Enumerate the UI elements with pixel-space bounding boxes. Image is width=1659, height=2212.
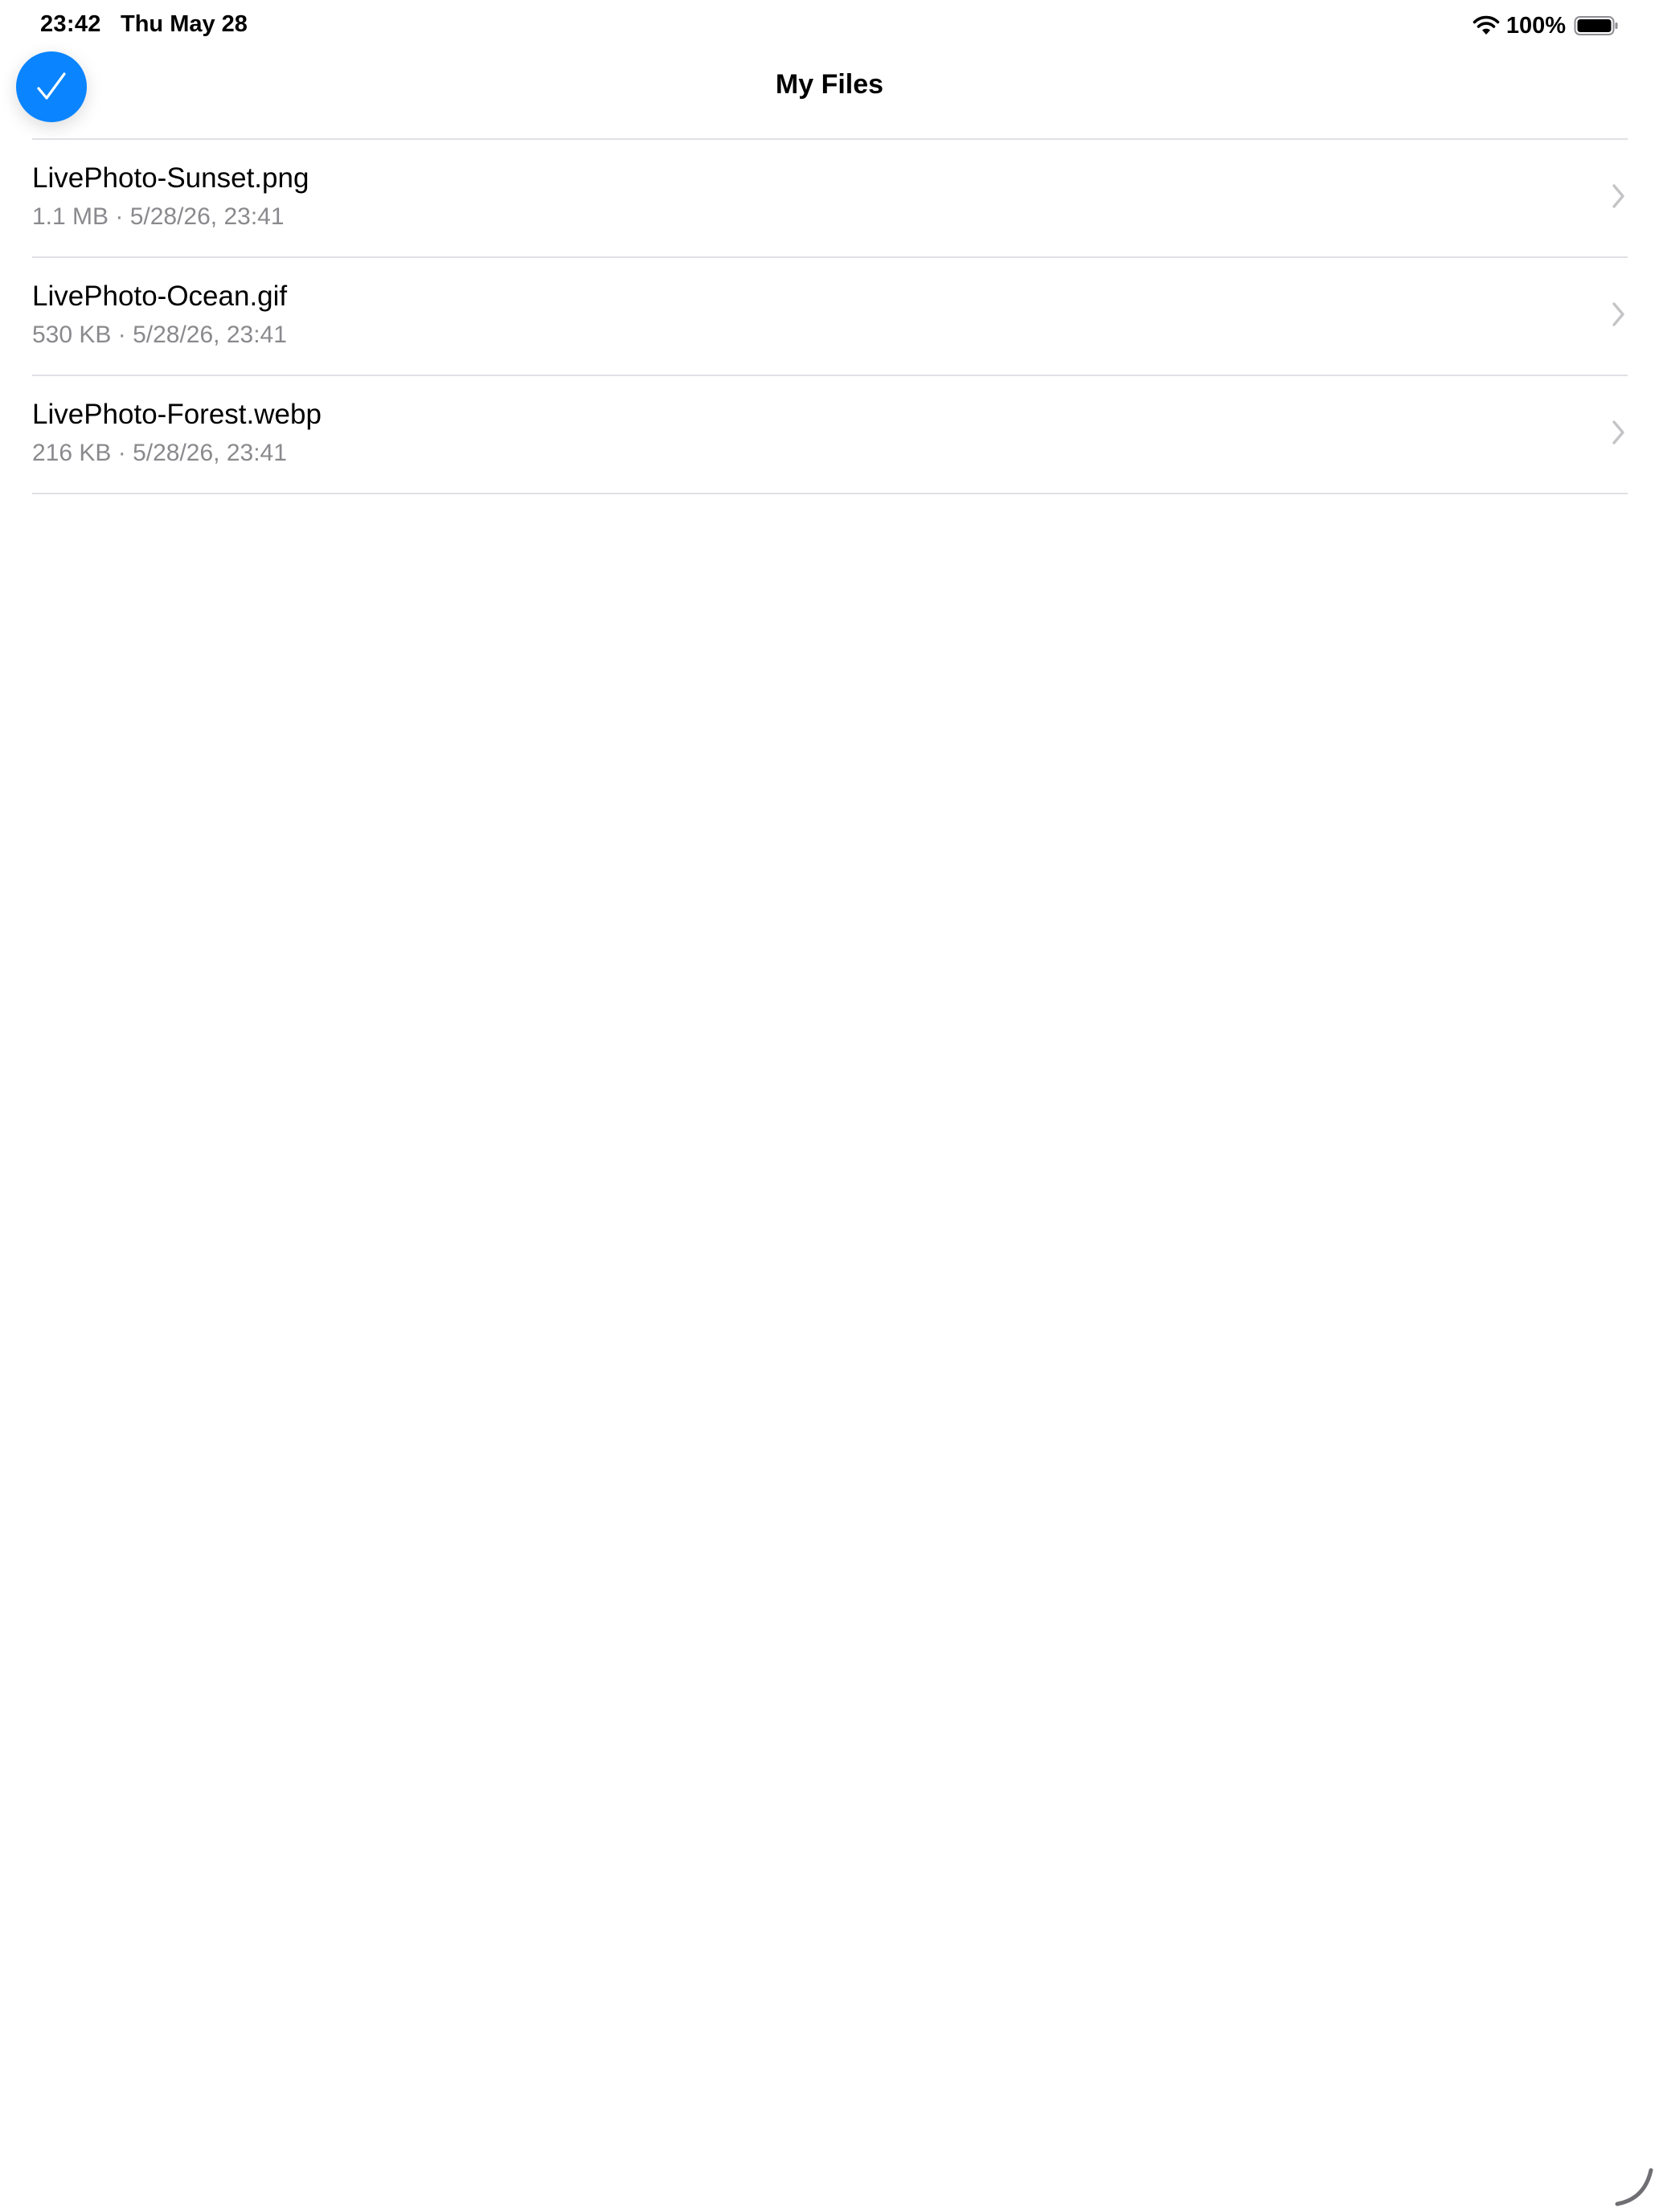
file-name: LivePhoto-Sunset.png xyxy=(32,162,309,194)
file-name: LivePhoto-Ocean.gif xyxy=(32,281,288,312)
chevron-right-icon xyxy=(1612,302,1624,326)
battery-full-icon xyxy=(1574,16,1618,35)
status-indicators: 100% xyxy=(1473,10,1619,42)
file-meta: 216 KB · 5/28/26, 23:41 xyxy=(32,440,287,466)
file-row[interactable]: LivePhoto-Sunset.png 1.1 MB · 5/28/26, 2… xyxy=(32,140,1628,258)
file-meta: 1.1 MB · 5/28/26, 23:41 xyxy=(32,203,285,230)
page-title: My Files xyxy=(775,69,884,100)
file-row[interactable]: LivePhoto-Ocean.gif 530 KB · 5/28/26, 23… xyxy=(32,258,1628,376)
file-name: LivePhoto-Forest.webp xyxy=(32,399,322,430)
chevron-right-icon xyxy=(1612,420,1624,444)
status-time: 23:42 xyxy=(40,11,101,37)
file-meta: 530 KB · 5/28/26, 23:41 xyxy=(32,322,287,348)
corner-resize-indicator xyxy=(1615,2168,1653,2206)
file-list: LivePhoto-Sunset.png 1.1 MB · 5/28/26, 2… xyxy=(32,140,1628,494)
battery-percent: 100% xyxy=(1505,12,1566,39)
screen: 23:42 Thu May 28 100% My Files LivePhoto… xyxy=(0,0,1659,2212)
chevron-right-icon xyxy=(1612,184,1624,208)
status-bar: 23:42 Thu May 28 100% xyxy=(0,0,1659,51)
wifi-icon xyxy=(1473,15,1500,35)
status-date: Thu May 28 xyxy=(121,11,248,37)
file-row[interactable]: LivePhoto-Forest.webp 216 KB · 5/28/26, … xyxy=(32,376,1628,494)
